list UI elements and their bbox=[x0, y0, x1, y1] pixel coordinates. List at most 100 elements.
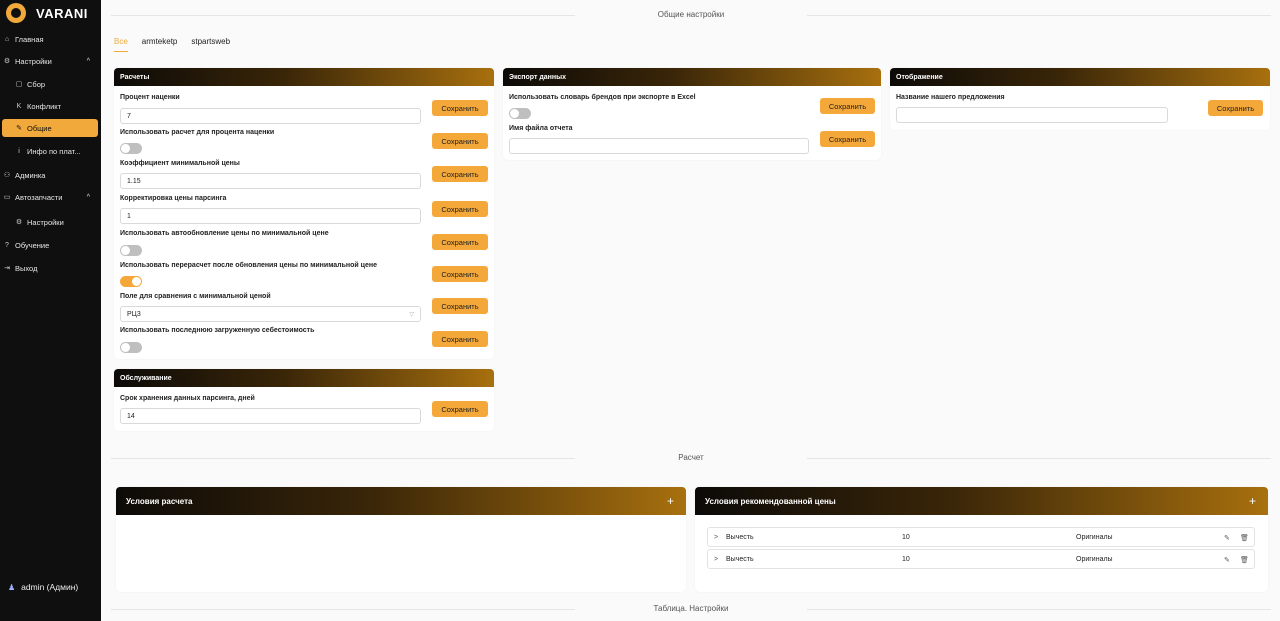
sidebar-item-label: Выход bbox=[15, 263, 38, 273]
gear-icon: ⚙ bbox=[3, 58, 11, 65]
row-action: Вычесть bbox=[726, 534, 754, 541]
table-row[interactable]: > Вычесть 10 Оригиналы ✎ 🗑 bbox=[707, 527, 1255, 547]
sidebar-item-home[interactable]: ⌂ Главная bbox=[2, 30, 98, 48]
display-card: Отображение Название нашего предложения … bbox=[890, 68, 1270, 130]
tab-armteketp[interactable]: armteketp bbox=[142, 37, 178, 52]
offer-name-label: Название нашего предложения bbox=[896, 94, 1005, 101]
chevron-down-icon: ▽ bbox=[409, 311, 414, 318]
save-offer-name-button[interactable]: Сохранить bbox=[1208, 100, 1263, 116]
question-icon: ? bbox=[5, 241, 9, 249]
conditions-card: Условия расчета + bbox=[116, 487, 686, 592]
sidebar-item-collect[interactable]: ▢ Сбор bbox=[2, 75, 98, 93]
export-card-title: Экспорт данных bbox=[503, 68, 881, 86]
recalc-toggle[interactable] bbox=[120, 276, 142, 287]
tab-all[interactable]: Все bbox=[114, 37, 128, 52]
sidebar-item-conflict[interactable]: K Конфликт bbox=[2, 97, 98, 115]
save-retention-button[interactable]: Сохранить bbox=[432, 401, 488, 417]
markup-input[interactable]: 7 bbox=[120, 108, 421, 124]
chevron-right-icon[interactable]: > bbox=[714, 556, 718, 563]
compare-field-select[interactable]: РЦ3 ▽ bbox=[120, 306, 421, 322]
auto-update-toggle[interactable] bbox=[120, 245, 142, 256]
row-value: 10 bbox=[902, 534, 910, 541]
recommended-card-header: Условия рекомендованной цены + bbox=[695, 487, 1268, 515]
user-icon: ♟ bbox=[8, 582, 16, 592]
table-row[interactable]: > Вычесть 10 Оригиналы ✎ 🗑 bbox=[707, 549, 1255, 569]
last-cost-label: Использовать последнюю загруженную себес… bbox=[120, 327, 315, 334]
min-price-label: Коэффициент минимальной цены bbox=[120, 160, 240, 167]
filename-input[interactable] bbox=[509, 138, 809, 154]
chevron-up-icon: ^ bbox=[86, 57, 90, 65]
trash-icon[interactable]: 🗑 bbox=[1240, 534, 1249, 542]
save-compare-field-button[interactable]: Сохранить bbox=[432, 298, 488, 314]
sidebar-item-admin[interactable]: ⚇ Админка bbox=[2, 166, 98, 184]
tab-stpartsweb[interactable]: stpartsweb bbox=[191, 37, 230, 52]
sidebar-item-label: Автозапчасти bbox=[15, 192, 63, 202]
export-card: Экспорт данных Использовать словарь брен… bbox=[503, 68, 881, 160]
gear-icon: ⚙ bbox=[15, 219, 23, 226]
compare-field-value: РЦ3 bbox=[127, 310, 141, 318]
edit-icon[interactable]: ✎ bbox=[1224, 556, 1230, 564]
save-recalc-button[interactable]: Сохранить bbox=[432, 266, 488, 282]
save-last-cost-button[interactable]: Сохранить bbox=[432, 331, 488, 347]
recommended-card: Условия рекомендованной цены + > Вычесть… bbox=[695, 487, 1268, 592]
filename-label: Имя файла отчета bbox=[509, 125, 573, 132]
add-recommended-button[interactable]: + bbox=[1249, 494, 1256, 508]
parse-adj-input[interactable]: 1 bbox=[120, 208, 421, 224]
section-title-general: Общие настройки bbox=[111, 10, 1271, 19]
sidebar-item-general[interactable]: ✎ Общие bbox=[2, 119, 98, 137]
sidebar-item-label: Админка bbox=[15, 170, 46, 180]
retention-input[interactable]: 14 bbox=[120, 408, 421, 424]
save-parse-adj-button[interactable]: Сохранить bbox=[432, 201, 488, 217]
sidebar-item-logout[interactable]: ⇥ Выход bbox=[2, 259, 98, 277]
k-icon: K bbox=[16, 102, 22, 110]
user-name: admin (Админ) bbox=[21, 582, 79, 592]
logout-icon: ⇥ bbox=[4, 265, 10, 272]
service-card-title: Обслуживание bbox=[114, 369, 494, 387]
use-calc-toggle[interactable] bbox=[120, 143, 142, 154]
save-filename-button[interactable]: Сохранить bbox=[820, 131, 875, 147]
markup-value: 7 bbox=[127, 112, 131, 120]
sidebar-item-learning[interactable]: ? Обучение bbox=[2, 236, 98, 254]
sidebar-item-label: Конфликт bbox=[27, 101, 62, 111]
brand-dict-toggle[interactable] bbox=[509, 108, 531, 119]
min-price-input[interactable]: 1.15 bbox=[120, 173, 421, 189]
parse-adj-value: 1 bbox=[127, 212, 131, 220]
sidebar-item-platform-info[interactable]: i Инфо по плат... bbox=[2, 142, 98, 160]
recommended-card-title: Условия рекомендованной цены bbox=[705, 496, 836, 506]
sidebar-item-autoparts-settings[interactable]: ⚙ Настройки bbox=[2, 213, 98, 231]
app-name: VARANI bbox=[36, 5, 88, 21]
section-title-calc: Расчет bbox=[111, 453, 1271, 462]
sidebar-item-autoparts[interactable]: ▭ Автозапчасти ^ bbox=[2, 188, 98, 206]
recalc-label: Использовать перерасчет после обновления… bbox=[120, 262, 378, 269]
logo[interactable]: VARANI bbox=[6, 2, 96, 24]
sidebar-item-label: Сбор bbox=[27, 79, 46, 89]
row-type: Оригиналы bbox=[1076, 534, 1113, 541]
edit-icon[interactable]: ✎ bbox=[1224, 534, 1230, 542]
min-price-value: 1.15 bbox=[127, 177, 141, 185]
user-profile[interactable]: ♟ admin (Админ) bbox=[8, 582, 78, 592]
save-brand-dict-button[interactable]: Сохранить bbox=[820, 98, 875, 114]
tabs: Все armteketp stpartsweb bbox=[114, 37, 244, 52]
conditions-card-title: Условия расчета bbox=[126, 496, 193, 506]
markup-label: Процент наценки bbox=[120, 94, 180, 101]
offer-name-input[interactable] bbox=[896, 107, 1168, 123]
sidebar-item-settings[interactable]: ⚙ Настройки ^ bbox=[2, 52, 98, 70]
save-min-price-button[interactable]: Сохранить bbox=[432, 166, 488, 182]
sidebar-item-label: Обучение bbox=[15, 240, 50, 250]
info-icon: i bbox=[18, 147, 20, 155]
box-icon: ▢ bbox=[15, 81, 23, 88]
row-value: 10 bbox=[902, 556, 910, 563]
calc-card: Расчеты Процент наценки 7 Сохранить Испо… bbox=[114, 68, 494, 359]
chevron-right-icon[interactable]: > bbox=[714, 534, 718, 541]
save-markup-button[interactable]: Сохранить bbox=[432, 100, 488, 116]
parse-adj-label: Корректировка цены парсинга bbox=[120, 195, 227, 202]
sidebar: VARANI ⌂ Главная ⚙ Настройки ^ ▢ Сбор K … bbox=[0, 0, 101, 621]
save-use-calc-button[interactable]: Сохранить bbox=[432, 133, 488, 149]
calc-card-title: Расчеты bbox=[114, 68, 494, 86]
add-condition-button[interactable]: + bbox=[667, 494, 674, 508]
row-action: Вычесть bbox=[726, 556, 754, 563]
last-cost-toggle[interactable] bbox=[120, 342, 142, 353]
sidebar-item-label: Настройки bbox=[27, 217, 64, 227]
save-auto-update-button[interactable]: Сохранить bbox=[432, 234, 488, 250]
trash-icon[interactable]: 🗑 bbox=[1240, 556, 1249, 564]
